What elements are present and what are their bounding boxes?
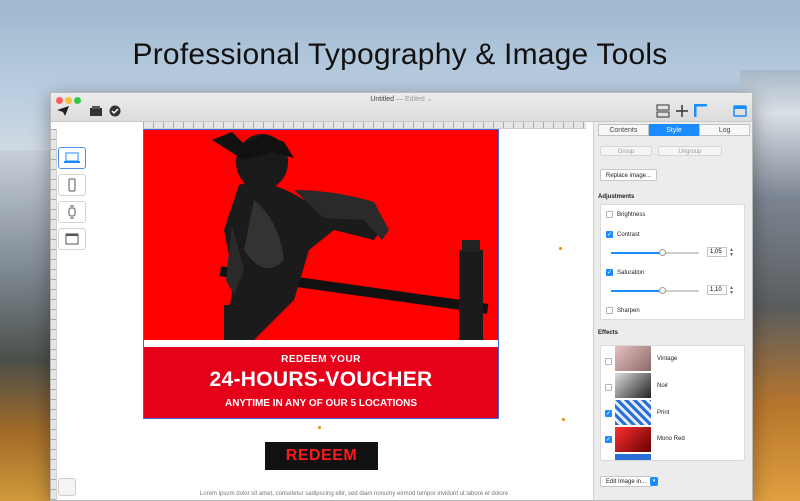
sharpen-checkbox[interactable] <box>606 307 613 314</box>
selection-handle[interactable] <box>318 426 321 429</box>
phone-icon <box>68 178 76 192</box>
tab-style[interactable]: Style <box>648 124 700 136</box>
voucher-line-1[interactable]: REDEEM YOUR <box>144 354 498 365</box>
mono-red-checkbox[interactable]: ✓ <box>605 436 612 443</box>
vintage-thumbnail[interactable] <box>615 346 651 371</box>
sidebar-toggle-icon[interactable] <box>733 104 747 118</box>
selection-handle[interactable] <box>562 418 565 421</box>
contrast-slider-knob[interactable] <box>659 249 666 256</box>
adjustments-panel: Brightness ✓ Contrast 1,05 ▲ ▼ ✓ Saturati… <box>600 204 745 320</box>
window-title-status: — Edited ⌄ <box>396 96 433 103</box>
add-icon[interactable] <box>675 104 689 118</box>
saturation-stepper[interactable]: ▲ ▼ <box>729 286 734 296</box>
contrast-slider-fill <box>611 252 662 254</box>
window-title: Untitled — Edited ⌄ <box>51 95 752 103</box>
watch-icon <box>68 205 76 219</box>
print-checkbox[interactable]: ✓ <box>605 410 612 417</box>
marketing-headline: Professional Typography & Image Tools <box>132 38 668 71</box>
contrast-label: Contrast <box>617 231 640 238</box>
saturation-slider[interactable] <box>611 287 699 294</box>
selection-handle[interactable] <box>559 247 562 250</box>
noir-checkbox[interactable] <box>605 384 612 391</box>
checkmark-icon[interactable] <box>109 104 121 118</box>
effects-panel: Vintage Noir ✓ Print ✓ Mono Red <box>600 345 745 461</box>
sharpen-label: Sharpen <box>617 307 640 314</box>
watch-view-button[interactable] <box>58 201 86 223</box>
brightness-row[interactable]: Brightness <box>606 211 645 218</box>
store-icon[interactable] <box>89 104 103 118</box>
print-thumbnail[interactable] <box>615 400 651 425</box>
ungroup-button[interactable]: Ungroup <box>658 146 722 156</box>
voucher-line-3[interactable]: ANYTIME IN ANY OF OUR 5 LOCATIONS <box>144 398 498 409</box>
laptop-icon <box>64 152 80 163</box>
mono-red-label: Mono Red <box>657 436 685 442</box>
app-window: Untitled — Edited ⌄ REDEEM YOUR 24-HOURS… <box>50 92 753 501</box>
vertical-ruler <box>51 129 57 500</box>
phone-view-button[interactable] <box>58 174 86 196</box>
canvas[interactable]: REDEEM YOUR 24-HOURS-VOUCHER ANYTIME IN … <box>89 129 586 500</box>
noir-thumbnail[interactable] <box>615 373 651 398</box>
contrast-checkbox[interactable]: ✓ <box>606 231 613 238</box>
tab-contents[interactable]: Contents <box>598 124 649 136</box>
layout-icon[interactable] <box>656 104 670 118</box>
laptop-view-button[interactable] <box>58 147 86 169</box>
vintage-checkbox[interactable] <box>605 358 612 365</box>
artboard-image[interactable]: REDEEM YOUR 24-HOURS-VOUCHER ANYTIME IN … <box>143 129 499 419</box>
chevron-down-icon[interactable]: ▾ <box>650 477 658 486</box>
saturation-value-field[interactable]: 1,10 <box>707 285 727 295</box>
sharpen-row[interactable]: Sharpen <box>606 307 640 314</box>
saturation-slider-knob[interactable] <box>659 287 666 294</box>
fit-view-button[interactable] <box>58 478 76 496</box>
replace-image-button[interactable]: Replace image... <box>600 169 658 181</box>
contrast-stepper[interactable]: ▲ ▼ <box>729 248 734 258</box>
next-effect-thumbnail[interactable] <box>615 454 651 460</box>
device-toolbar <box>58 147 88 255</box>
edit-image-button[interactable]: Edit Image in... <box>600 476 653 487</box>
athlete-image <box>212 132 489 340</box>
contrast-row[interactable]: ✓ Contrast <box>606 231 640 238</box>
contrast-value-field[interactable]: 1,05 <box>707 247 727 257</box>
saturation-checkbox[interactable]: ✓ <box>606 269 613 276</box>
noir-label: Noir <box>657 383 669 389</box>
vintage-label: Vintage <box>657 356 678 362</box>
adjustments-title: Adjustments <box>598 194 635 200</box>
group-button[interactable]: Group <box>600 146 652 156</box>
window-title-name: Untitled <box>370 96 395 103</box>
voucher-title[interactable]: 24-HOURS-VOUCHER <box>144 368 498 392</box>
tab-log[interactable]: Log <box>699 124 751 136</box>
title-bar: Untitled — Edited ⌄ <box>51 93 752 122</box>
inspector-tabs: Contents Style Log <box>598 124 751 136</box>
crop-icon[interactable] <box>694 104 708 118</box>
web-view-button[interactable] <box>58 228 86 250</box>
browser-icon <box>65 233 79 245</box>
saturation-slider-fill <box>611 290 662 292</box>
saturation-label: Saturation <box>617 269 645 276</box>
contrast-slider[interactable] <box>611 249 699 256</box>
effects-title: Effects <box>598 330 619 336</box>
brightness-checkbox[interactable] <box>606 211 613 218</box>
horizontal-ruler <box>143 122 586 129</box>
print-label: Print <box>657 410 670 416</box>
inspector-panel: Contents Style Log Group Ungroup Replace… <box>593 122 752 500</box>
saturation-row[interactable]: ✓ Saturation <box>606 269 644 276</box>
lorem-text[interactable]: Lorem ipsum dolor sit amet, consetetur s… <box>129 491 579 497</box>
cursor-icon[interactable] <box>56 104 70 118</box>
artboard-divider <box>144 340 498 347</box>
mono-red-thumbnail[interactable] <box>615 427 651 452</box>
brightness-label: Brightness <box>617 211 646 218</box>
redeem-button[interactable]: REDEEM <box>265 442 378 470</box>
